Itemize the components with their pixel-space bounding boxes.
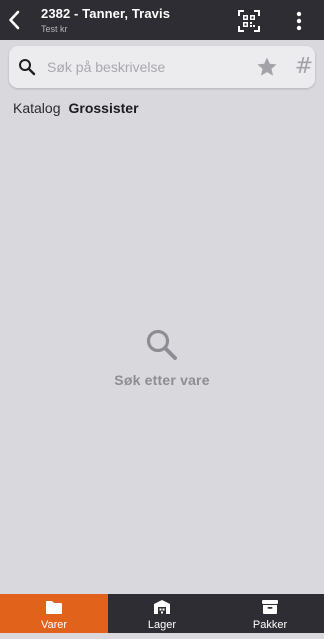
- nav-item-varer[interactable]: Varer: [0, 594, 108, 633]
- more-options-button[interactable]: [289, 9, 309, 33]
- empty-state-message: Søk etter vare: [114, 372, 210, 388]
- more-vertical-icon: [296, 11, 302, 31]
- nav-label-lager: Lager: [147, 619, 177, 631]
- bottom-safe-area: [0, 633, 324, 639]
- page-title: 2382 - Tanner, Travis: [41, 6, 171, 21]
- scan-button[interactable]: [236, 9, 262, 33]
- back-button[interactable]: [2, 6, 26, 34]
- warehouse-icon: [152, 598, 172, 616]
- search-bar: #: [9, 46, 315, 88]
- bottom-navigation: Varer Lager Pakker: [0, 594, 324, 633]
- folder-icon: [44, 598, 64, 616]
- search-icon: [19, 59, 36, 76]
- search-icon: [146, 329, 177, 360]
- page-subtitle: Test kr: [41, 24, 68, 34]
- hash-button[interactable]: #: [292, 54, 316, 80]
- tab-katalog[interactable]: Katalog: [13, 98, 60, 118]
- nav-label-pakker: Pakker: [252, 619, 288, 631]
- chevron-left-icon: [9, 10, 20, 30]
- search-input[interactable]: [47, 54, 237, 80]
- header-title-block: 2382 - Tanner, Travis Test kr: [41, 5, 170, 35]
- catalog-tabs: Katalog Grossister: [13, 98, 139, 118]
- tab-grossister[interactable]: Grossister: [68, 98, 138, 118]
- star-icon[interactable]: [255, 55, 279, 79]
- archive-box-icon: [260, 598, 280, 616]
- nav-item-lager[interactable]: Lager: [108, 594, 216, 633]
- nav-item-pakker[interactable]: Pakker: [216, 594, 324, 633]
- nav-label-varer: Varer: [40, 619, 68, 631]
- empty-state: Søk etter vare: [0, 328, 324, 388]
- app-header: 2382 - Tanner, Travis Test kr: [0, 0, 324, 40]
- qr-code-scan-icon: [238, 10, 260, 32]
